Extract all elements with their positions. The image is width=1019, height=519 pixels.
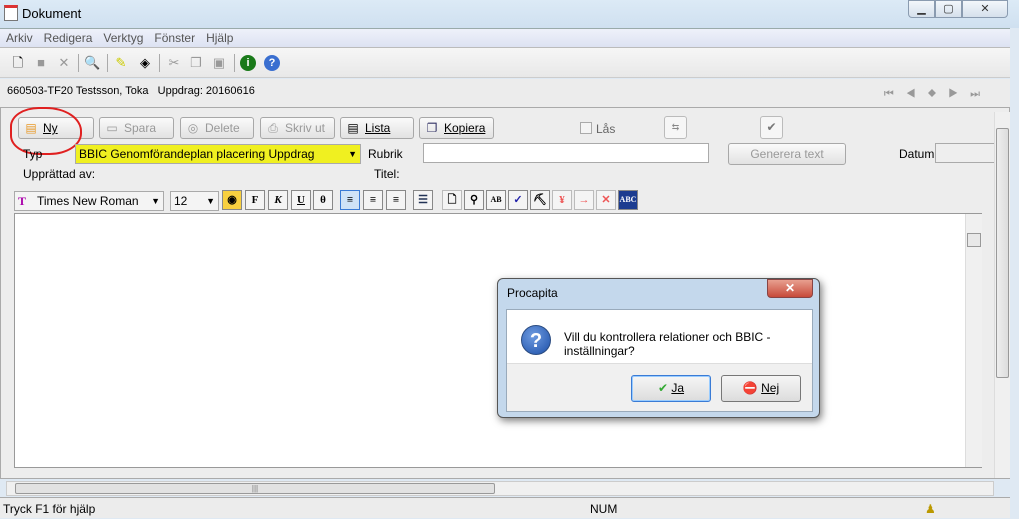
menu-fonster[interactable]: Fönster	[148, 29, 200, 45]
no-button[interactable]: ⛔ Nej	[721, 375, 801, 402]
cut-icon[interactable]: ✂	[166, 55, 182, 71]
new-icon[interactable]: 🗋	[10, 55, 26, 71]
delete-icon: ◎	[187, 121, 199, 135]
status-bar: Tryck F1 för hjälp NUM ♟	[0, 497, 1010, 518]
editor-vertical-scrollbar[interactable]	[965, 214, 982, 467]
menu-bar: Arkiv Redigera Verktyg Fönster Hjälp	[0, 28, 1010, 48]
generate-text-button[interactable]: Generera text	[728, 143, 846, 165]
abc-icon[interactable]: ABC	[618, 190, 638, 210]
horizontal-scrollbar[interactable]: |||	[6, 481, 994, 496]
document-icon	[4, 5, 18, 21]
status-tool-icon: ♟	[925, 502, 936, 516]
edit-icon[interactable]: ✎	[113, 55, 129, 71]
insert-image-icon[interactable]: ⛏	[530, 190, 550, 210]
italic-button[interactable]: K	[268, 190, 288, 210]
print-button[interactable]: ⎙ Skriv ut	[260, 117, 335, 139]
save-icon: ▭	[106, 121, 118, 135]
stop-icon: ⛔	[742, 381, 758, 395]
help-icon[interactable]: ?	[264, 55, 280, 71]
underline-button[interactable]: U	[291, 190, 311, 210]
created-by-label: Upprättad av:	[23, 167, 96, 181]
font-select[interactable]: T Times New Roman ▼	[14, 191, 164, 211]
dialog-message: Vill du kontrollera relationer och BBIC …	[564, 330, 771, 358]
record-navigation[interactable]: ⏮◀◆▶⏭	[884, 88, 992, 101]
copy-icon[interactable]: ❐	[188, 55, 204, 71]
menu-hjalp[interactable]: Hjälp	[200, 29, 238, 45]
lock-checkbox[interactable]	[580, 122, 592, 134]
question-icon: ?	[521, 325, 551, 355]
help-hint: Tryck F1 för hjälp	[3, 502, 96, 516]
dialog-close-button[interactable]: ✕	[767, 279, 813, 298]
printer-icon: ⎙	[268, 121, 278, 135]
size-select[interactable]: 12 ▼	[170, 191, 219, 211]
close-button[interactable]: ✕	[962, 0, 1008, 18]
align-right-icon[interactable]: ≡	[386, 190, 406, 210]
rubrik-input[interactable]	[423, 143, 709, 163]
menu-arkiv[interactable]: Arkiv	[0, 29, 38, 45]
replace-icon[interactable]: AB	[486, 190, 506, 210]
maximize-button[interactable]: ▢	[935, 0, 962, 18]
copy-icon: ❐	[426, 121, 438, 135]
lock-label: Lås	[596, 122, 616, 136]
record-info: 660503-TF20 Testsson, Toka Uppdrag: 2016…	[7, 85, 255, 97]
menu-redigera[interactable]: Redigera	[38, 29, 98, 45]
align-center-icon[interactable]: ≡	[363, 190, 383, 210]
list-button[interactable]: ▤ Lista	[340, 117, 414, 139]
record-info-bar: 660503-TF20 Testsson, Toka Uppdrag: 2016…	[0, 79, 1010, 107]
toolbar: 🗋 ■ ✕ 🔍 ✎ ◈ ✂ ❐ ▣ i ?	[0, 48, 1010, 78]
save-button[interactable]: ▭ Spara	[99, 117, 174, 139]
minimize-button[interactable]: ▁	[908, 0, 935, 18]
save-icon[interactable]: ■	[33, 55, 49, 71]
yes-button[interactable]: ✔ Ja	[631, 375, 711, 402]
chevron-down-icon: ▼	[151, 196, 160, 206]
menu-verktyg[interactable]: Verktyg	[97, 29, 148, 45]
red-annotation-circle	[10, 107, 82, 155]
chevron-down-icon: ▼	[206, 196, 215, 206]
delete-icon[interactable]: ✕	[56, 55, 72, 71]
bold-button[interactable]: F	[245, 190, 265, 210]
title-bar: Dokument ▁ ▢ ✕	[0, 0, 1019, 28]
stamp-icon[interactable]: ◈	[137, 55, 153, 71]
date-input[interactable]	[935, 143, 995, 163]
link-icon-button[interactable]: ⇆	[664, 116, 687, 139]
list-icon: ▤	[347, 121, 359, 135]
spellcheck-icon-button[interactable]: ✔	[760, 116, 783, 139]
paste-icon[interactable]: ▣	[211, 55, 227, 71]
info-icon[interactable]: i	[240, 55, 256, 71]
check-icon: ✔	[657, 381, 669, 395]
insert-arrow-icon[interactable]: →	[574, 190, 594, 210]
strikethrough-button[interactable]: θ	[313, 190, 333, 210]
copy-button[interactable]: ❐ Kopiera	[419, 117, 494, 139]
confirm-dialog: Procapita ✕ ? Vill du kontrollera relati…	[497, 278, 820, 418]
date-label: Datum	[899, 147, 935, 161]
title-label: Titel:	[374, 167, 400, 181]
spellcheck-icon[interactable]: ✓	[508, 190, 528, 210]
font-icon: T	[18, 194, 27, 208]
window-title: Dokument	[22, 6, 82, 21]
find-icon[interactable]: ⚲	[464, 190, 484, 210]
rubrik-label: Rubrik	[368, 147, 403, 161]
type-select[interactable]: BBIC Genomförandeplan placering Uppdrag ▼	[75, 144, 361, 164]
chevron-down-icon: ▼	[348, 149, 357, 159]
find-icon[interactable]: 🔍	[84, 55, 100, 71]
color-palette-icon[interactable]: ◉	[222, 190, 242, 210]
bullet-list-icon[interactable]: ☰	[413, 190, 433, 210]
type-label: Typ	[23, 147, 43, 161]
form-vertical-scrollbar[interactable]	[994, 112, 1010, 478]
align-left-icon[interactable]: ≡	[340, 190, 360, 210]
page-icon[interactable]: 🗋	[442, 190, 462, 210]
remove-icon[interactable]: ✕	[596, 190, 616, 210]
num-lock-indicator: NUM	[590, 502, 618, 516]
dialog-title: Procapita	[507, 286, 558, 300]
currency-icon[interactable]: ¥	[552, 190, 572, 210]
delete-button[interactable]: ◎ Delete	[180, 117, 254, 139]
